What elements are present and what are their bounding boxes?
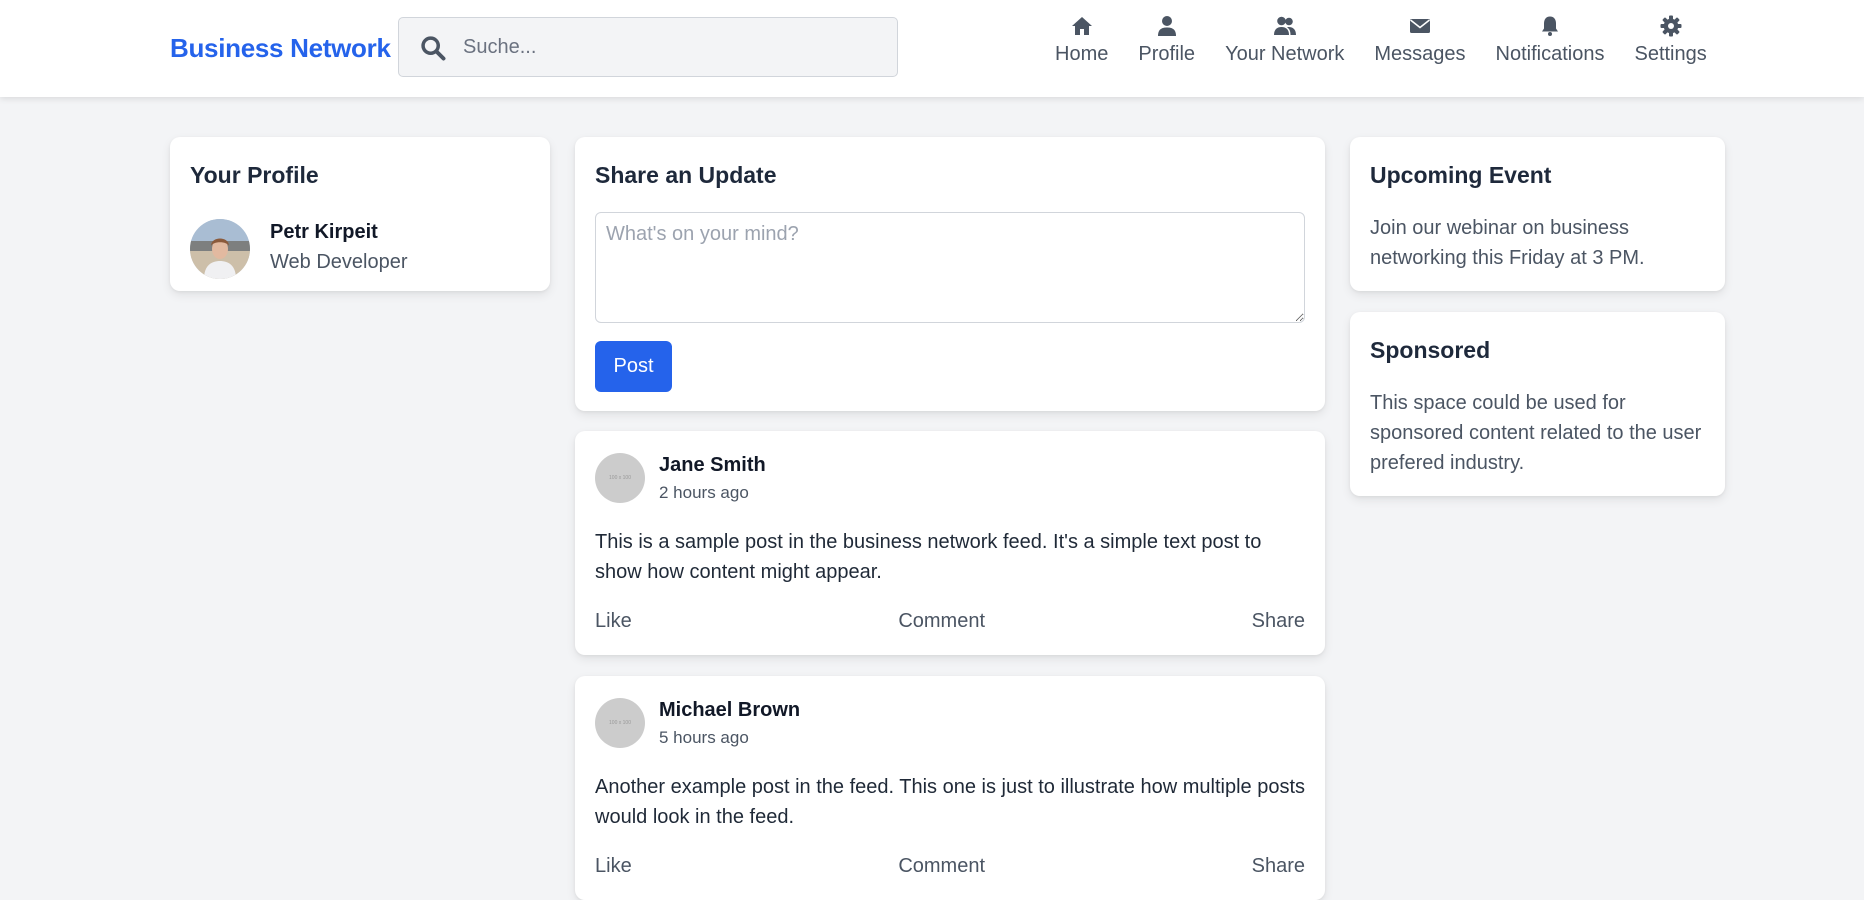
share-update-card: Share an Update Post [575, 137, 1325, 411]
like-button[interactable]: Like [595, 855, 632, 878]
nav-settings-label: Settings [1634, 43, 1707, 65]
feed-post: 100 x 100 Jane Smith 2 hours ago This is… [575, 431, 1325, 655]
brand-logo[interactable]: Business Network [170, 33, 391, 64]
share-update-title: Share an Update [595, 162, 777, 188]
nav-profile-label: Profile [1138, 43, 1196, 65]
nav-your-network[interactable]: Your Network [1210, 14, 1359, 66]
feed-post: 100 x 100 Michael Brown 5 hours ago Anot… [575, 676, 1325, 900]
event-title: Upcoming Event [1370, 162, 1552, 188]
nav-your-network-label: Your Network [1225, 43, 1345, 65]
users-icon [1273, 16, 1296, 35]
post-text: This is a sample post in the business ne… [595, 531, 1262, 583]
search-icon [421, 36, 446, 61]
profile-card-title: Your Profile [190, 162, 319, 188]
profile-avatar[interactable] [190, 219, 250, 279]
sponsored-text: This space could be used for sponsored c… [1370, 392, 1702, 474]
nav-notifications[interactable]: Notifications [1481, 14, 1620, 66]
bell-icon [1542, 16, 1559, 36]
search-input[interactable] [463, 28, 883, 66]
nav-messages[interactable]: Messages [1359, 14, 1480, 66]
profile-card: Your Profile Petr Kirpeit Web Developer [170, 137, 550, 291]
upcoming-event-card: Upcoming Event Join our webinar on busin… [1350, 137, 1725, 291]
like-button[interactable]: Like [595, 610, 632, 633]
post-actions: Like Comment Share [595, 610, 1305, 633]
sponsored-card: Sponsored This space could be used for s… [1350, 312, 1725, 496]
share-button[interactable]: Share [1252, 855, 1305, 878]
share-button[interactable]: Share [1252, 610, 1305, 633]
comment-button[interactable]: Comment [898, 610, 985, 633]
envelope-icon [1409, 19, 1430, 33]
nav-settings[interactable]: Settings [1619, 14, 1721, 66]
event-text: Join our webinar on business networking … [1370, 217, 1645, 269]
comment-button[interactable]: Comment [898, 855, 985, 878]
user-icon [1157, 16, 1176, 36]
post-author-avatar[interactable]: 100 x 100 [595, 453, 645, 503]
post-timestamp: 5 hours ago [659, 728, 749, 747]
gear-icon [1660, 15, 1682, 37]
profile-photo [190, 219, 250, 279]
home-icon [1071, 17, 1092, 35]
profile-name[interactable]: Petr Kirpeit [270, 221, 378, 244]
post-author-name[interactable]: Jane Smith [659, 454, 766, 477]
nav-notifications-label: Notifications [1495, 43, 1605, 65]
search-box[interactable] [398, 17, 898, 77]
nav-messages-label: Messages [1374, 43, 1466, 65]
main-nav: Home Profile Your Network Messages Notif… [1040, 14, 1722, 66]
sponsored-title: Sponsored [1370, 337, 1491, 363]
nav-profile[interactable]: Profile [1123, 14, 1210, 66]
update-textarea[interactable] [595, 212, 1305, 323]
post-button[interactable]: Post [595, 341, 672, 392]
post-author-avatar[interactable]: 100 x 100 [595, 698, 645, 748]
post-actions: Like Comment Share [595, 855, 1305, 878]
nav-home[interactable]: Home [1040, 14, 1123, 66]
post-text: Another example post in the feed. This o… [595, 776, 1306, 828]
post-author-name[interactable]: Michael Brown [659, 699, 800, 722]
nav-home-label: Home [1055, 43, 1109, 65]
profile-role: Web Developer [270, 251, 408, 273]
top-navbar: Business Network Home Profile [0, 0, 1864, 97]
post-timestamp: 2 hours ago [659, 483, 749, 502]
